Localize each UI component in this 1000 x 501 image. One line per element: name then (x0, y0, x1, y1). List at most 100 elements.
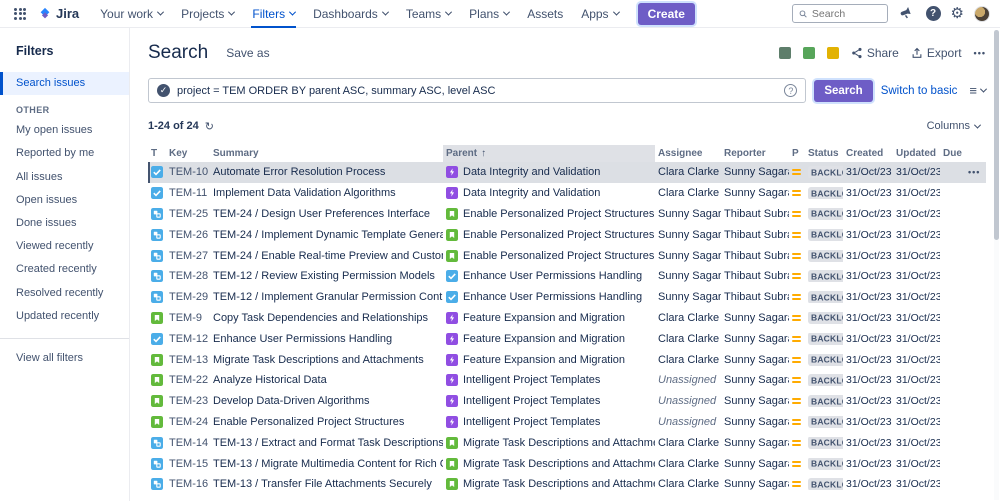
table-row[interactable]: TEM-15TEM-13 / Migrate Multimedia Conten… (148, 453, 986, 474)
jql-query-text[interactable]: project = TEM ORDER BY parent ASC, summa… (177, 85, 777, 97)
table-row[interactable]: TEM-9Copy Task Dependencies and Relation… (148, 308, 986, 329)
view-options-button[interactable]: ≡ (969, 83, 986, 98)
parent-cell[interactable]: Migrate Task Descriptions and Attachment… (443, 437, 655, 449)
issue-summary-link[interactable]: Implement Data Validation Algorithms (210, 187, 443, 199)
column-header-assignee[interactable]: Assignee (655, 148, 721, 159)
app-addon-icon-1[interactable] (779, 47, 791, 59)
table-row[interactable]: TEM-23Develop Data-Driven AlgorithmsInte… (148, 391, 986, 412)
sidebar-item-resolved-recently[interactable]: Resolved recently (0, 282, 129, 305)
column-header-updated[interactable]: Updated (893, 148, 940, 159)
column-header-summary[interactable]: Summary (210, 148, 443, 159)
issue-key-link[interactable]: TEM-12 (166, 333, 210, 345)
issue-key-link[interactable]: TEM-27 (166, 250, 210, 262)
table-row[interactable]: TEM-16TEM-13 / Transfer File Attachments… (148, 474, 986, 495)
issue-summary-link[interactable]: TEM-12 / Review Existing Permission Mode… (210, 270, 443, 282)
more-actions-button[interactable]: ••• (974, 48, 986, 58)
issue-key-link[interactable]: TEM-24 (166, 416, 210, 428)
jira-logo[interactable]: Jira (38, 6, 79, 21)
issue-summary-link[interactable]: TEM-13 / Extract and Format Task Descrip… (210, 437, 443, 449)
table-row[interactable]: TEM-13Migrate Task Descriptions and Atta… (148, 349, 986, 370)
parent-cell[interactable]: Enable Personalized Project Structures (443, 229, 655, 241)
jql-help-icon[interactable]: ? (784, 84, 797, 97)
row-more-actions-button[interactable]: ••• (965, 167, 985, 177)
refresh-icon[interactable]: ↻ (205, 120, 214, 133)
parent-cell[interactable]: Feature Expansion and Migration (443, 333, 655, 345)
parent-cell[interactable]: Data Integrity and Validation (443, 187, 655, 199)
issue-key-link[interactable]: TEM-11 (166, 187, 210, 199)
sidebar-item-my-open-issues[interactable]: My open issues (0, 119, 129, 142)
share-button[interactable]: Share (851, 46, 899, 60)
column-header-parent[interactable]: Parent↑ (443, 145, 655, 162)
sidebar-item-view-all-filters[interactable]: View all filters (0, 347, 129, 370)
nav-item-apps[interactable]: Apps (574, 0, 625, 28)
sidebar-item-updated-recently[interactable]: Updated recently (0, 305, 129, 328)
save-as-button[interactable]: Save as (226, 46, 269, 60)
parent-cell[interactable]: Enhance User Permissions Handling (443, 270, 655, 282)
sidebar-item-created-recently[interactable]: Created recently (0, 258, 129, 281)
issue-key-link[interactable]: TEM-23 (166, 395, 210, 407)
issue-key-link[interactable]: TEM-26 (166, 229, 210, 241)
search-button[interactable]: Search (814, 80, 872, 102)
issue-summary-link[interactable]: Copy Task Dependencies and Relationships (210, 312, 443, 324)
create-button[interactable]: Create (638, 3, 695, 25)
settings-gear-icon[interactable]: ⚙ (951, 6, 964, 21)
sidebar-item-viewed-recently[interactable]: Viewed recently (0, 235, 129, 258)
issue-key-link[interactable]: TEM-15 (166, 458, 210, 470)
table-row[interactable]: TEM-29TEM-12 / Implement Granular Permis… (148, 287, 986, 308)
issue-summary-link[interactable]: TEM-13 / Transfer File Attachments Secur… (210, 478, 443, 490)
table-row[interactable]: TEM-14TEM-13 / Extract and Format Task D… (148, 432, 986, 453)
export-button[interactable]: Export (911, 46, 962, 60)
issue-summary-link[interactable]: TEM-24 / Design User Preferences Interfa… (210, 208, 443, 220)
app-addon-icon-3[interactable] (827, 47, 839, 59)
parent-cell[interactable]: Intelligent Project Templates (443, 395, 655, 407)
table-row[interactable]: TEM-10Automate Error Resolution ProcessD… (148, 162, 986, 183)
table-row[interactable]: TEM-11Implement Data Validation Algorith… (148, 183, 986, 204)
column-header-reporter[interactable]: Reporter (721, 148, 789, 159)
issue-summary-link[interactable]: Automate Error Resolution Process (210, 166, 443, 178)
help-icon[interactable]: ? (926, 6, 941, 21)
table-row[interactable]: TEM-12Enhance User Permissions HandlingF… (148, 328, 986, 349)
nav-item-filters[interactable]: Filters (245, 0, 302, 28)
issue-key-link[interactable]: TEM-9 (166, 312, 210, 324)
issue-summary-link[interactable]: TEM-12 / Implement Granular Permission C… (210, 291, 443, 303)
issue-summary-link[interactable]: Analyze Historical Data (210, 374, 443, 386)
parent-cell[interactable]: Migrate Task Descriptions and Attachment… (443, 458, 655, 470)
global-search[interactable] (792, 4, 888, 23)
sidebar-item-reported-by-me[interactable]: Reported by me (0, 142, 129, 165)
parent-cell[interactable]: Feature Expansion and Migration (443, 354, 655, 366)
sidebar-item-open-issues[interactable]: Open issues (0, 189, 129, 212)
issue-key-link[interactable]: TEM-14 (166, 437, 210, 449)
column-header-key[interactable]: Key (166, 148, 210, 159)
parent-cell[interactable]: Enable Personalized Project Structures (443, 208, 655, 220)
parent-cell[interactable]: Enhance User Permissions Handling (443, 291, 655, 303)
parent-cell[interactable]: Migrate Task Descriptions and Attachment… (443, 478, 655, 490)
sidebar-item-search-issues[interactable]: Search issues (0, 72, 129, 95)
vertical-scrollbar[interactable] (994, 30, 999, 500)
table-row[interactable]: TEM-27TEM-24 / Enable Real-time Preview … (148, 245, 986, 266)
column-header-t[interactable]: T (148, 148, 166, 159)
table-row[interactable]: TEM-25TEM-24 / Design User Preferences I… (148, 204, 986, 225)
column-header-status[interactable]: Status (805, 148, 843, 159)
column-header-p[interactable]: P (789, 148, 805, 159)
column-header-created[interactable]: Created (843, 148, 893, 159)
parent-cell[interactable]: Intelligent Project Templates (443, 416, 655, 428)
notifications-icon[interactable] (898, 5, 916, 23)
issue-summary-link[interactable]: TEM-13 / Migrate Multimedia Content for … (210, 458, 443, 470)
app-switcher-icon[interactable] (10, 4, 30, 24)
table-row[interactable]: TEM-28TEM-12 / Review Existing Permissio… (148, 266, 986, 287)
scrollbar-thumb[interactable] (994, 30, 999, 240)
parent-cell[interactable]: Enable Personalized Project Structures (443, 250, 655, 262)
sidebar-item-all-issues[interactable]: All issues (0, 166, 129, 189)
nav-item-dashboards[interactable]: Dashboards (306, 0, 395, 28)
table-row[interactable]: TEM-24Enable Personalized Project Struct… (148, 412, 986, 433)
column-header-due[interactable]: Due (940, 148, 965, 159)
issue-summary-link[interactable]: Enable Personalized Project Structures (210, 416, 443, 428)
issue-summary-link[interactable]: TEM-24 / Enable Real-time Preview and Cu… (210, 250, 443, 262)
table-row[interactable]: TEM-22Analyze Historical DataIntelligent… (148, 370, 986, 391)
table-row[interactable]: TEM-26TEM-24 / Implement Dynamic Templat… (148, 224, 986, 245)
issue-summary-link[interactable]: Enhance User Permissions Handling (210, 333, 443, 345)
issue-key-link[interactable]: TEM-28 (166, 270, 210, 282)
parent-cell[interactable]: Feature Expansion and Migration (443, 312, 655, 324)
issue-summary-link[interactable]: Develop Data-Driven Algorithms (210, 395, 443, 407)
nav-item-plans[interactable]: Plans (462, 0, 516, 28)
